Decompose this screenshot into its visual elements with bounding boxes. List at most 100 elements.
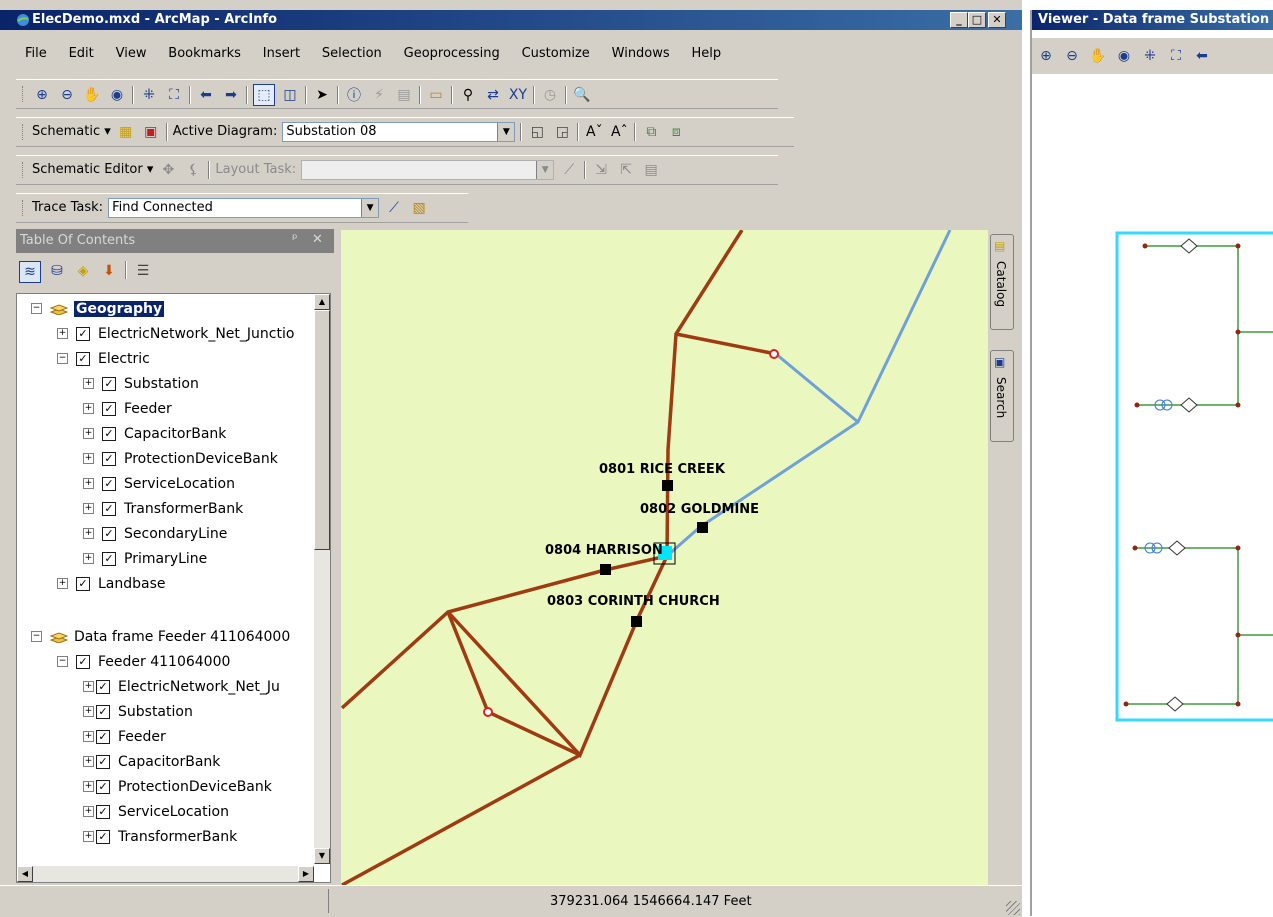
- menu-insert[interactable]: Insert: [254, 44, 309, 64]
- toc-row-layer[interactable]: + ✓ CapacitorBank: [83, 421, 226, 446]
- visibility-checkbox[interactable]: ✓: [96, 679, 110, 694]
- select-elements-arrow-icon[interactable]: ➤: [312, 85, 332, 105]
- expand-toggle[interactable]: +: [83, 706, 94, 717]
- apply-layout-icon[interactable]: ⟋: [559, 160, 579, 180]
- catalog-tab[interactable]: ▤ Catalog: [990, 234, 1014, 330]
- toc-row-geography[interactable]: − Geography: [31, 296, 165, 321]
- visibility-checkbox[interactable]: ✓: [96, 779, 110, 794]
- map-view[interactable]: 0801 RICE CREEK 0802 GOLDMINE 0804 HARRI…: [341, 230, 988, 885]
- move-node-icon[interactable]: ✥: [158, 160, 178, 180]
- fixed-zoom-out-icon[interactable]: ⛶: [164, 85, 184, 105]
- toc-title-bar[interactable]: Table Of Contents ᵖ ✕: [16, 229, 334, 253]
- find-route-icon[interactable]: ⇄: [483, 85, 503, 105]
- list-by-source-icon[interactable]: ⛁: [47, 261, 67, 281]
- increase-font-icon[interactable]: Aˇ: [584, 122, 604, 142]
- scroll-up-icon[interactable]: ▲: [314, 294, 330, 310]
- select-features-icon[interactable]: ⬚: [253, 84, 275, 106]
- toc-row-data-frame[interactable]: − Data frame Feeder 411064000: [31, 624, 290, 649]
- toc-options-icon[interactable]: ☰: [133, 261, 153, 281]
- schematic-editor-menu[interactable]: Schematic Editor ▾: [32, 160, 153, 180]
- fixed-zoom-out-icon[interactable]: ⛶: [1166, 46, 1186, 66]
- layout-task-select[interactable]: ▼: [301, 160, 555, 180]
- full-extent-globe-icon[interactable]: ◉: [107, 85, 127, 105]
- visibility-checkbox[interactable]: ✓: [102, 551, 116, 566]
- trace-task-select[interactable]: Find Connected ▼: [108, 198, 380, 218]
- back-arrow-icon[interactable]: ⬅: [196, 85, 216, 105]
- toc-row-layer-group[interactable]: − ✓ Feeder 411064000: [57, 649, 230, 674]
- visibility-checkbox[interactable]: ✓: [96, 729, 110, 744]
- toc-row-layer[interactable]: + ✓ Feeder: [83, 396, 172, 421]
- scroll-down-icon[interactable]: ▼: [314, 848, 330, 864]
- close-icon[interactable]: ✕: [312, 232, 323, 247]
- full-extent-globe-icon[interactable]: ◉: [1114, 46, 1134, 66]
- layout-properties-icon[interactable]: ▤: [641, 160, 661, 180]
- toc-row-layer-group[interactable]: − ✓ Electric: [57, 346, 150, 371]
- title-bar[interactable]: ElecDemo.mxd - ArcMap - ArcInfo _ □ ✕: [0, 10, 1022, 30]
- toc-row-layer[interactable]: + ✓ SecondaryLine: [83, 521, 227, 546]
- menu-help[interactable]: Help: [683, 44, 731, 64]
- visibility-checkbox[interactable]: ✓: [96, 829, 110, 844]
- propagate-selection-icon[interactable]: ⧉: [641, 122, 661, 142]
- visibility-checkbox[interactable]: ✓: [102, 451, 116, 466]
- expand-toggle[interactable]: +: [83, 378, 94, 389]
- reduce-nodes-icon[interactable]: ⇲: [591, 160, 611, 180]
- visibility-checkbox[interactable]: ✓: [76, 326, 90, 341]
- toolbar-grip[interactable]: [22, 162, 26, 178]
- expand-toggle[interactable]: +: [83, 553, 94, 564]
- pin-icon[interactable]: ᵖ: [292, 232, 298, 247]
- zoom-in-icon[interactable]: ⊕: [1036, 46, 1056, 66]
- fixed-zoom-in-icon[interactable]: ⁜: [1140, 46, 1160, 66]
- open-diagram-icon[interactable]: ▦: [116, 122, 136, 142]
- list-by-selection-icon[interactable]: ⬇: [99, 261, 119, 281]
- trace-options-icon[interactable]: ▧: [409, 198, 429, 218]
- scroll-left-icon[interactable]: ◀: [17, 866, 33, 882]
- vertex-tool-icon[interactable]: ⚸: [183, 160, 203, 180]
- list-by-visibility-icon[interactable]: ◈: [73, 261, 93, 281]
- collapse-toggle[interactable]: −: [31, 303, 42, 314]
- schematic-diagram[interactable]: [1032, 74, 1273, 916]
- zoom-out-icon[interactable]: ⊖: [1062, 46, 1082, 66]
- expand-diagram-icon[interactable]: ◲: [552, 122, 572, 142]
- menu-customize[interactable]: Customize: [513, 44, 599, 64]
- toc-row-layer[interactable]: + ✓ TransformerBank: [83, 824, 237, 849]
- menu-view[interactable]: View: [107, 44, 156, 64]
- visibility-checkbox[interactable]: ✓: [102, 401, 116, 416]
- visibility-checkbox[interactable]: ✓: [96, 754, 110, 769]
- measure-icon[interactable]: ▭: [426, 85, 446, 105]
- expand-toggle[interactable]: +: [83, 503, 94, 514]
- pan-hand-icon[interactable]: ✋: [82, 85, 102, 105]
- fixed-zoom-in-icon[interactable]: ⁜: [139, 85, 159, 105]
- back-arrow-icon[interactable]: ⬅: [1192, 46, 1212, 66]
- collapse-toggle[interactable]: −: [57, 656, 68, 667]
- toc-row-layer[interactable]: + ✓ ProtectionDeviceBank: [83, 774, 272, 799]
- find-binoculars-icon[interactable]: ⚲: [458, 85, 478, 105]
- html-popup-icon[interactable]: ▤: [394, 85, 414, 105]
- viewer-title-bar[interactable]: Viewer - Data frame Substation: [1032, 10, 1273, 30]
- resize-grip[interactable]: [1006, 901, 1020, 915]
- select-associated-icon[interactable]: ⧈: [666, 122, 686, 142]
- expand-toggle[interactable]: +: [83, 756, 94, 767]
- clear-selection-icon[interactable]: ◫: [280, 85, 300, 105]
- toolbar-grip[interactable]: [22, 124, 26, 140]
- list-by-drawing-order-icon[interactable]: ≋: [19, 261, 41, 283]
- visibility-checkbox[interactable]: ✓: [96, 804, 110, 819]
- toc-row-layer[interactable]: + ✓ CapacitorBank: [83, 749, 220, 774]
- pan-hand-icon[interactable]: ✋: [1088, 46, 1108, 66]
- toolbar-grip[interactable]: [22, 86, 26, 102]
- forward-arrow-icon[interactable]: ➡: [221, 85, 241, 105]
- go-to-xy-icon[interactable]: XY: [508, 85, 528, 105]
- toc-row-layer[interactable]: + ✓ ElectricNetwork_Net_Junctio: [57, 321, 294, 346]
- toc-row-layer[interactable]: + ✓ ElectricNetwork_Net_Ju: [83, 674, 280, 699]
- visibility-checkbox[interactable]: ✓: [96, 704, 110, 719]
- visibility-checkbox[interactable]: ✓: [102, 376, 116, 391]
- visibility-checkbox[interactable]: ✓: [76, 654, 90, 669]
- collapse-toggle[interactable]: −: [31, 631, 42, 642]
- collapse-toggle[interactable]: −: [57, 353, 68, 364]
- hyperlink-bolt-icon[interactable]: ⚡: [369, 85, 389, 105]
- solve-trace-icon[interactable]: ⟋: [384, 198, 404, 218]
- toc-row-layer[interactable]: + ✓ ServiceLocation: [83, 799, 229, 824]
- visibility-checkbox[interactable]: ✓: [102, 526, 116, 541]
- decrease-font-icon[interactable]: Aˆ: [609, 122, 629, 142]
- zoom-to-diagram-icon[interactable]: ◱: [527, 122, 547, 142]
- toc-row-layer[interactable]: + ✓ PrimaryLine: [83, 546, 207, 571]
